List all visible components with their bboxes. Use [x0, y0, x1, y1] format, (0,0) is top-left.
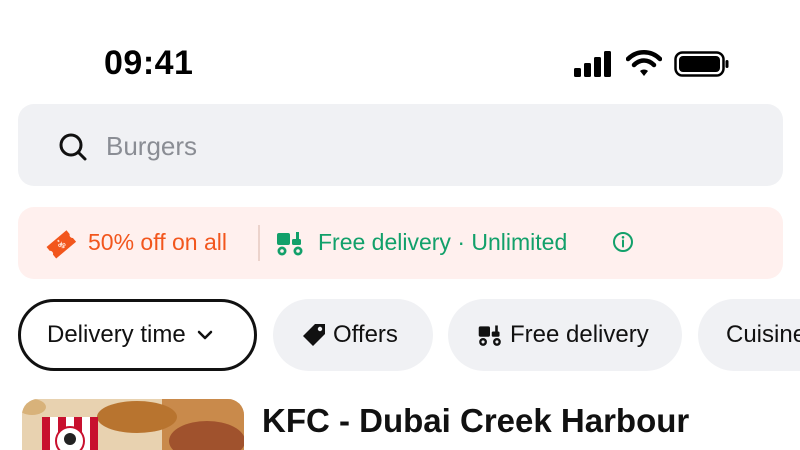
status-icons — [574, 50, 730, 78]
scooter-icon — [478, 325, 501, 346]
filter-chip-label: Cuisine — [726, 321, 800, 348]
wifi-icon — [626, 50, 662, 76]
search-input[interactable] — [106, 126, 706, 166]
info-icon[interactable] — [612, 231, 634, 253]
promo-banner[interactable]: % 50% off on all Free delivery · Unlimit… — [18, 207, 783, 279]
promo-delivery-text: Free delivery · Unlimited — [318, 229, 568, 255]
filter-chip-offers[interactable]: Offers — [273, 299, 433, 371]
status-bar: 09:41 — [0, 0, 800, 100]
search-icon — [59, 133, 87, 161]
search-bar[interactable] — [18, 104, 783, 186]
filter-chip-delivery-time[interactable]: Delivery time — [18, 299, 257, 371]
scooter-icon — [277, 232, 303, 256]
restaurant-photo — [22, 399, 244, 450]
filter-chip-label: Offers — [333, 321, 398, 348]
chevron-down-icon — [197, 330, 212, 340]
ticket-icon: % — [46, 230, 77, 259]
cellular-signal-icon — [574, 51, 611, 77]
tag-icon — [303, 324, 325, 346]
restaurant-image[interactable] — [22, 399, 244, 450]
filter-chip-label: Delivery time — [47, 321, 186, 348]
battery-icon — [674, 51, 729, 77]
filter-chip-cuisine[interactable]: Cuisine — [698, 299, 800, 371]
restaurant-name[interactable]: KFC - Dubai Creek Harbour — [262, 402, 689, 440]
promo-discount-text: 50% off on all — [88, 229, 227, 255]
status-time: 09:41 — [104, 44, 194, 82]
promo-divider — [258, 225, 260, 261]
filter-chip-free-delivery[interactable]: Free delivery — [448, 299, 682, 371]
filter-chip-label: Free delivery — [510, 321, 649, 348]
